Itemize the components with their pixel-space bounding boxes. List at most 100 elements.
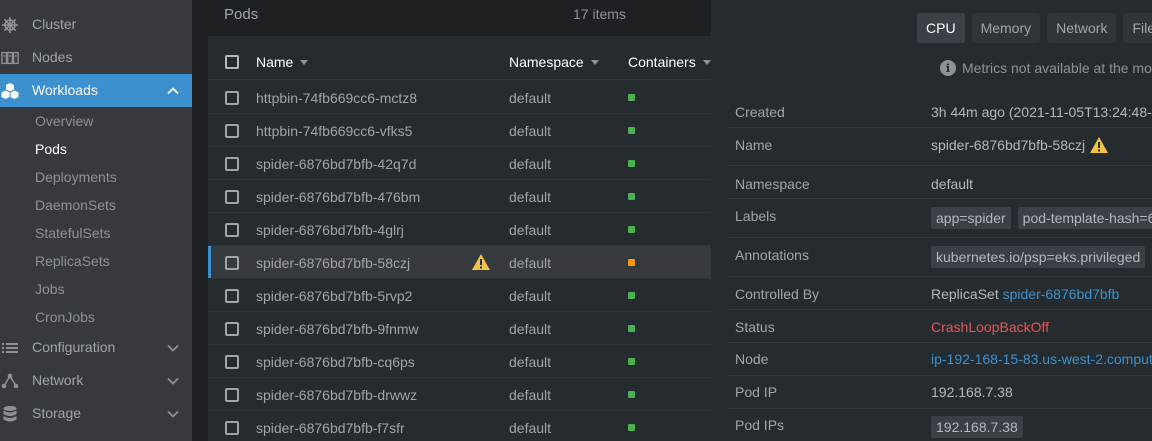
detail-row-pod-ip: Pod IP 192.168.7.38	[727, 376, 1152, 409]
sidebar-item-configuration[interactable]: Configuration	[0, 331, 192, 364]
table-row[interactable]: spider-6876bd7bfb-42q7d default	[208, 147, 711, 180]
sidebar-item-label: Network	[32, 372, 84, 388]
sidebar-item-workloads[interactable]: Workloads	[0, 74, 192, 107]
pod-name: httpbin-74fb669cc6-vfks5	[256, 123, 413, 139]
table-row[interactable]: spider-6876bd7bfb-5rvp2 default	[208, 279, 711, 312]
chevron-down-icon[interactable]	[166, 341, 180, 355]
sidebar-item-network[interactable]: Network	[0, 364, 192, 397]
container-status-indicator	[628, 193, 635, 200]
created-value: 3h 44m ago (2021-11-05T13:24:48-0	[931, 104, 1152, 120]
sidebar-subitem-daemonsets[interactable]: DaemonSets	[35, 191, 116, 219]
container-status-indicator	[628, 292, 635, 299]
sort-caret-icon	[702, 59, 711, 65]
sidebar-subitem-deployments[interactable]: Deployments	[35, 163, 117, 191]
row-checkbox[interactable]	[225, 223, 239, 237]
detail-label: Namespace	[735, 176, 810, 192]
pod-namespace: default	[509, 420, 552, 436]
detail-label: Annotations	[735, 247, 809, 263]
row-checkbox[interactable]	[225, 322, 239, 336]
table-row-selected[interactable]: spider-6876bd7bfb-58czj default	[208, 246, 711, 279]
pod-name: spider-6876bd7bfb-5rvp2	[256, 288, 413, 304]
pod-name: spider-6876bd7bfb-f7sfr	[256, 420, 405, 436]
chevron-up-icon[interactable]	[166, 84, 180, 98]
status-value: CrashLoopBackOff	[931, 319, 1050, 335]
chevron-down-icon[interactable]	[166, 407, 180, 421]
column-header-containers[interactable]: Containers	[628, 54, 711, 70]
pod-namespace: default	[509, 387, 552, 403]
name-value-wrap: spider-6876bd7bfb-58czj	[931, 136, 1109, 154]
pod-namespace: default	[509, 90, 552, 106]
detail-label: Status	[735, 319, 775, 335]
tab-memory[interactable]: Memory	[971, 13, 1041, 43]
row-checkbox[interactable]	[225, 157, 239, 171]
sidebar-item-nodes[interactable]: Nodes	[0, 41, 192, 74]
database-icon	[1, 405, 19, 423]
row-checkbox[interactable]	[225, 91, 239, 105]
table-row[interactable]: spider-6876bd7bfb-4glrj default	[208, 213, 711, 246]
container-status-indicator	[628, 127, 635, 134]
detail-row-status: Status CrashLoopBackOff	[727, 310, 1152, 343]
column-header-namespace[interactable]: Namespace	[509, 54, 599, 70]
sidebar-subitem-statefulsets[interactable]: StatefulSets	[35, 219, 111, 247]
sidebar-subitem-pods[interactable]: Pods	[35, 135, 67, 163]
pod-namespace: default	[509, 123, 552, 139]
detail-label: Pod IPs	[735, 417, 785, 433]
sidebar: Cluster Nodes Workloads Overview Pods De…	[0, 0, 192, 441]
controller-kind: ReplicaSet	[931, 286, 999, 302]
column-header-name[interactable]: Name	[256, 54, 309, 70]
row-checkbox[interactable]	[225, 421, 239, 435]
sidebar-subitem-cronjobs[interactable]: CronJobs	[35, 303, 95, 331]
sidebar-subitem-overview[interactable]: Overview	[35, 107, 93, 135]
sort-caret-icon	[590, 59, 599, 65]
tab-cpu[interactable]: CPU	[917, 13, 965, 43]
pod-name: spider-6876bd7bfb-cq6ps	[256, 354, 415, 370]
detail-row-node: Node ip-192-168-15-83.us-west-2.comput	[727, 343, 1152, 376]
pods-list-panel: Pods 17 items Name Namespace Containers …	[208, 0, 711, 441]
metrics-tabs: CPU Memory Network File	[917, 13, 1152, 43]
pod-namespace: default	[509, 288, 552, 304]
table-row[interactable]: spider-6876bd7bfb-f7sfr default	[208, 411, 711, 441]
table-row[interactable]: spider-6876bd7bfb-9fnmw default	[208, 312, 711, 345]
row-checkbox[interactable]	[225, 124, 239, 138]
detail-row-labels: Labels app=spider pod-template-hash=6	[727, 199, 1152, 238]
helm-wheel-icon	[1, 16, 19, 34]
pod-namespace: default	[509, 189, 552, 205]
row-checkbox[interactable]	[225, 388, 239, 402]
pod-namespace: default	[509, 222, 552, 238]
container-status-indicator	[628, 358, 635, 365]
pod-namespace: default	[509, 321, 552, 337]
detail-row-controlled-by: Controlled By ReplicaSet spider-6876bd7b…	[727, 277, 1152, 310]
sidebar-item-label: Cluster	[32, 16, 77, 32]
select-all-checkbox[interactable]	[225, 55, 239, 69]
row-checkbox[interactable]	[225, 256, 239, 270]
pod-namespace: default	[509, 255, 552, 271]
controlled-by-value: ReplicaSet spider-6876bd7bfb	[931, 286, 1119, 302]
pod-name-value: spider-6876bd7bfb-58czj	[931, 137, 1086, 153]
sidebar-subitem-replicasets[interactable]: ReplicaSets	[35, 247, 110, 275]
detail-row-namespace: Namespace default	[727, 166, 1152, 199]
table-row[interactable]: spider-6876bd7bfb-476bm default	[208, 180, 711, 213]
table-row[interactable]: spider-6876bd7bfb-cq6ps default	[208, 345, 711, 378]
sidebar-item-label: Storage	[32, 405, 82, 421]
container-status-indicator	[628, 325, 635, 332]
node-link[interactable]: ip-192-168-15-83.us-west-2.comput	[931, 351, 1152, 367]
row-checkbox[interactable]	[225, 355, 239, 369]
row-checkbox[interactable]	[225, 289, 239, 303]
tab-network[interactable]: Network	[1047, 13, 1117, 43]
sidebar-subitem-jobs[interactable]: Jobs	[35, 275, 65, 303]
network-icon	[1, 372, 19, 390]
label-chip: pod-template-hash=6	[1017, 207, 1152, 229]
sidebar-item-cluster[interactable]: Cluster	[0, 8, 192, 41]
container-status-indicator	[628, 424, 635, 431]
chevron-down-icon[interactable]	[166, 374, 180, 388]
row-checkbox[interactable]	[225, 190, 239, 204]
container-status-indicator	[628, 160, 635, 167]
table-row[interactable]: httpbin-74fb669cc6-mctz8 default	[208, 81, 711, 114]
controller-link[interactable]: spider-6876bd7bfb	[1003, 286, 1120, 302]
sidebar-item-storage[interactable]: Storage	[0, 397, 192, 430]
tab-file[interactable]: File	[1123, 13, 1152, 43]
table-row[interactable]: httpbin-74fb669cc6-vfks5 default	[208, 114, 711, 147]
table-header: Name Namespace Containers	[208, 44, 711, 80]
container-status-indicator	[628, 94, 635, 101]
table-row[interactable]: spider-6876bd7bfb-drwwz default	[208, 378, 711, 411]
